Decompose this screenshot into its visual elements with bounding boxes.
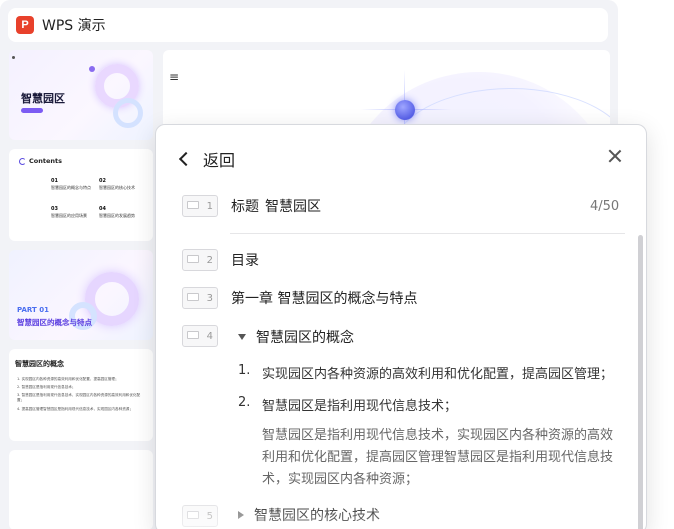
section-toggle-closed[interactable]: 智慧园区的核心技术 — [238, 505, 380, 525]
orb-decoration — [395, 100, 415, 120]
slide-thumbnail-5[interactable] — [9, 450, 153, 529]
section-label: 智慧园区的概念 — [256, 330, 354, 346]
thumbnail-text-line: 1. 实现园区内各种资源的高效利用和优化配置，提高园区管理； — [17, 377, 119, 381]
outline-row-label: 第一章 智慧园区的概念与特点 — [231, 291, 418, 307]
back-label: 返回 — [203, 151, 236, 170]
thumbnail-text-line: 4. 提高园区管理智慧园区是指利用现代信息技术，实现园区内各种资源； — [17, 407, 133, 411]
contents-icon — [19, 157, 26, 165]
contents-heading: Contents — [19, 157, 62, 165]
toc-item: 02 智慧园区的核心技术 — [99, 178, 135, 191]
wps-logo-icon: P — [16, 16, 34, 34]
ring-decoration — [113, 98, 143, 128]
list-item[interactable]: 2. 智慧园区是指利用现代信息技术； — [238, 395, 457, 414]
scrollbar[interactable] — [638, 235, 643, 529]
section-toggle-open[interactable]: 智慧园区的概念 — [238, 327, 354, 347]
menu-icon[interactable]: ≡ — [169, 70, 179, 84]
slide-thumb-icon: 3 — [182, 287, 218, 309]
outline-row-2[interactable]: 2 目录 — [182, 249, 259, 271]
title-bar: P WPS 演示 — [8, 8, 608, 42]
triangle-right-icon — [238, 511, 244, 519]
outline-row-1[interactable]: 1 标题 智慧园区 — [182, 195, 321, 217]
pill-decoration — [21, 108, 43, 113]
slide-thumb-icon: 1 — [182, 195, 218, 217]
thumbnail-text-line: 2. 智慧园区是指利用现代信息技术； — [17, 385, 76, 389]
slide-thumbnail-2[interactable]: Contents 01 智慧园区的概念与特点 02 智慧园区的核心技术 03 智慧园区… — [9, 149, 153, 241]
toc-item: 03 智慧园区的应用场景 — [51, 206, 87, 219]
thumbnail-title: 智慧园区的概念与特点 — [17, 318, 92, 327]
close-icon[interactable] — [606, 147, 624, 165]
slide-thumbnail-1[interactable]: 智慧园区 — [9, 50, 153, 140]
fade-overlay — [156, 495, 636, 529]
paragraph[interactable]: 智慧园区是指利用现代信息技术，实现园区内各种资源的高效利用和优化配置，提高园区管… — [262, 425, 622, 491]
thumbnail-title: 智慧园区 — [21, 92, 65, 105]
section-label: 智慧园区的核心技术 — [254, 508, 380, 524]
app-title: WPS 演示 — [42, 18, 106, 34]
divider — [230, 233, 625, 234]
dot-decoration — [12, 56, 15, 59]
list-number: 1. — [238, 363, 251, 378]
part-label: PART 01 — [17, 306, 49, 314]
thumbnail-title: 智慧园区的概念 — [15, 360, 64, 368]
slide-thumbnail-3[interactable]: PART 01 智慧园区的概念与特点 — [9, 250, 153, 340]
outline-row-5[interactable]: 5 — [182, 505, 218, 527]
outline-row-4[interactable]: 4 — [182, 325, 218, 347]
thumbnail-text-line: 3. 智慧园区是指利用现代信息技术，实现园区内各种资源的高效利用和优化配置； — [17, 393, 141, 402]
slide-thumb-icon: 4 — [182, 325, 218, 347]
slide-thumb-icon: 2 — [182, 249, 218, 271]
outline-row-3[interactable]: 3 第一章 智慧园区的概念与特点 — [182, 287, 417, 309]
outline-dialog: 返回 1 标题 智慧园区 4/50 2 目录 3 第一章 智慧园区的概念与特点 4… — [155, 124, 647, 529]
back-button[interactable]: 返回 — [178, 147, 235, 171]
page-counter: 4/50 — [590, 199, 620, 214]
slide-thumbnail-4[interactable]: 智慧园区的概念 1. 实现园区内各种资源的高效利用和优化配置，提高园区管理； 2… — [9, 349, 153, 441]
contents-label: Contents — [29, 157, 62, 165]
toc-item: 04 智慧园区的发展趋势 — [99, 206, 135, 219]
orb-decoration — [89, 66, 95, 72]
toc-item: 01 智慧园区的概念与特点 — [51, 178, 91, 191]
list-text: 实现园区内各种资源的高效利用和优化配置，提高园区管理； — [262, 367, 614, 382]
list-text: 智慧园区是指利用现代信息技术； — [262, 399, 458, 414]
slide-thumb-icon: 5 — [182, 505, 218, 527]
list-number: 2. — [238, 395, 251, 410]
outline-row-label: 标题 智慧园区 — [231, 199, 321, 215]
outline-row-label: 目录 — [231, 253, 259, 269]
list-item[interactable]: 1. 实现园区内各种资源的高效利用和优化配置，提高园区管理； — [238, 363, 613, 382]
triangle-down-icon — [238, 334, 246, 340]
chevron-left-icon — [178, 151, 194, 167]
